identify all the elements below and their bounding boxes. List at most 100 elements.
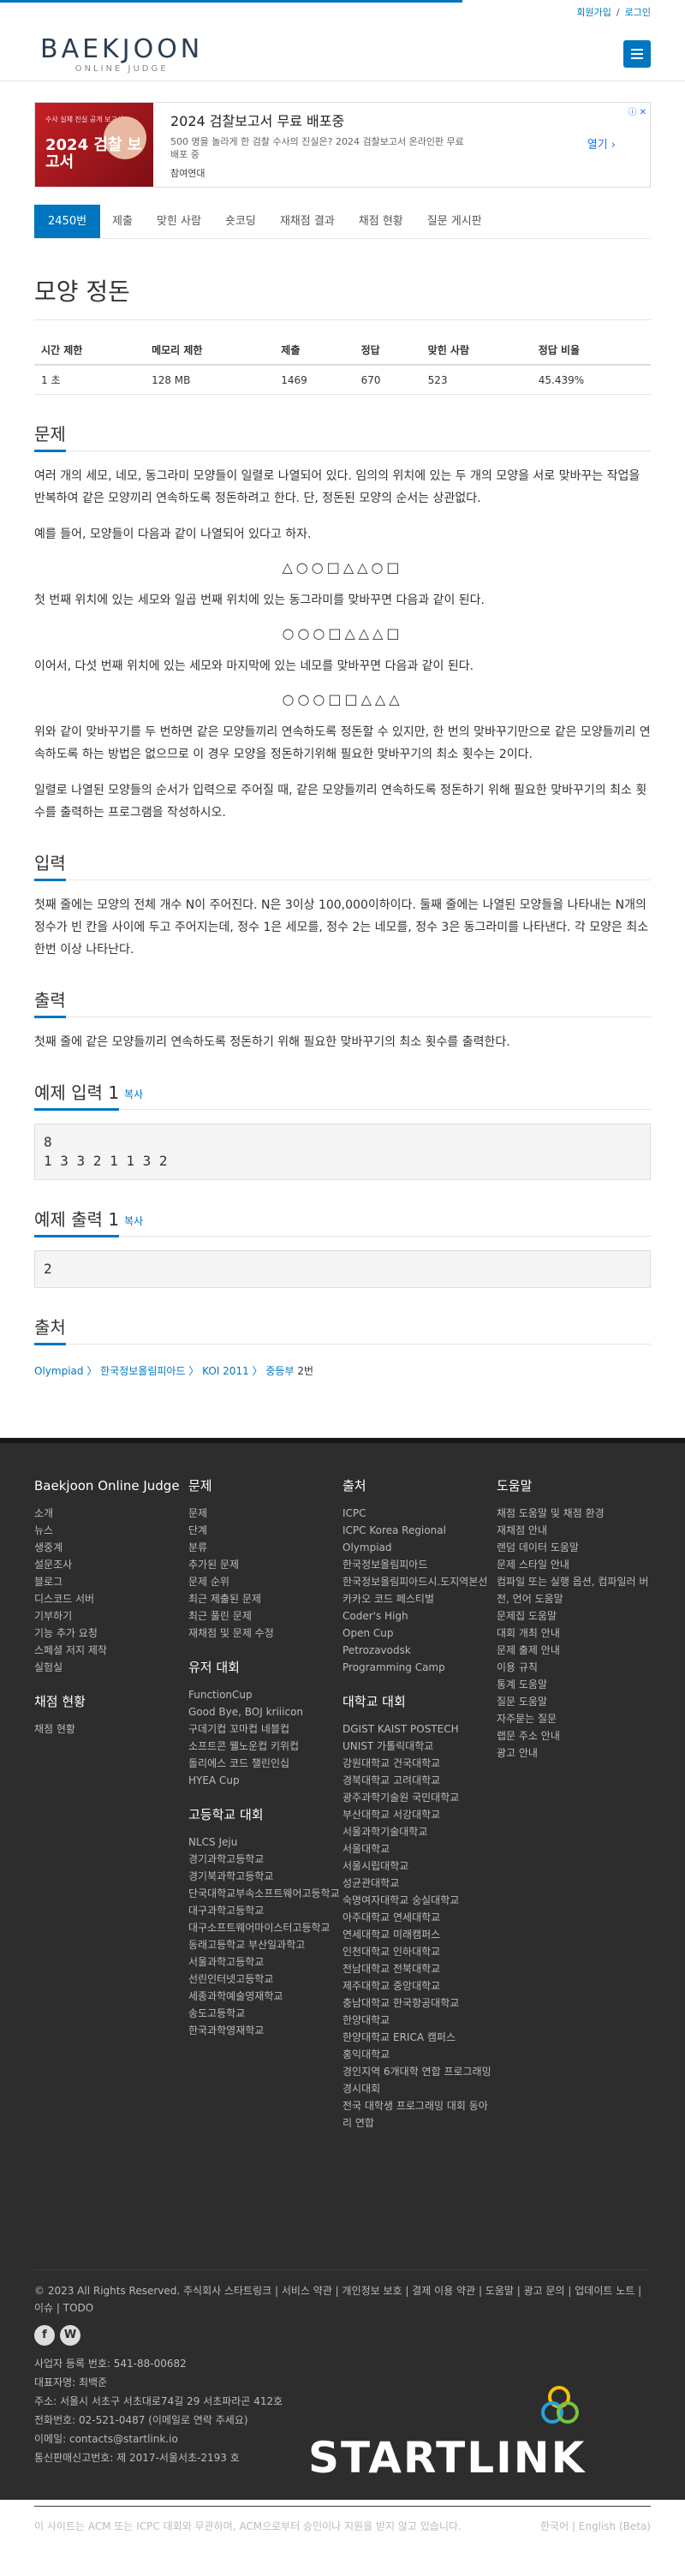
footer-link[interactable]: 설문조사 bbox=[34, 1556, 188, 1573]
footer-link[interactable]: 자주묻는 질문 bbox=[497, 1710, 651, 1727]
footer-link[interactable]: 문제 순위 bbox=[188, 1573, 342, 1590]
footer-link[interactable]: 대구과학고등학교 bbox=[188, 1902, 342, 1919]
footer-link[interactable]: 생중계 bbox=[34, 1539, 188, 1556]
breadcrumb-link[interactable]: KOI 2011 bbox=[202, 1365, 249, 1377]
footer-link[interactable]: 한국과학영재학교 bbox=[188, 2022, 342, 2039]
footer-link[interactable]: 블로그 bbox=[34, 1573, 188, 1590]
footer-link[interactable]: 돌리에스 코드 챌린인십 bbox=[188, 1755, 342, 1772]
footer-link[interactable]: UNIST 가톨릭대학교 bbox=[342, 1738, 497, 1755]
footer-link[interactable]: 채점 도움말 및 채점 환경 bbox=[497, 1505, 651, 1522]
footer-link[interactable]: 문제 스타일 안내 bbox=[497, 1556, 651, 1573]
footer-link[interactable]: 통계 도움말 bbox=[497, 1676, 651, 1693]
footer-link[interactable]: 서울시립대학교 bbox=[342, 1857, 497, 1875]
breadcrumb-link[interactable]: 중등부 bbox=[265, 1365, 294, 1377]
footer-link[interactable]: Petrozavodsk bbox=[342, 1642, 497, 1659]
footer-link[interactable]: DGIST KAIST POSTECH bbox=[342, 1720, 497, 1738]
footer-link[interactable]: 소개 bbox=[34, 1505, 188, 1522]
footer-links[interactable]: © 2023 All Rights Reserved. 주식회사 스타트링크 |… bbox=[34, 2282, 651, 2317]
footer-link[interactable]: 경기북과학고등학교 bbox=[188, 1868, 342, 1885]
tab-problem[interactable]: 2450번 bbox=[34, 205, 101, 238]
footer-link[interactable]: 재채점 안내 bbox=[497, 1522, 651, 1539]
footer-link[interactable]: 한국정보올림피아드시.도지역본선 bbox=[342, 1573, 497, 1590]
footer-link[interactable]: 제주대학교 중앙대학교 bbox=[342, 1977, 497, 1995]
footer-link[interactable]: 재채점 및 문제 수정 bbox=[188, 1625, 342, 1642]
footer-link[interactable]: ICPC Korea Regional bbox=[342, 1522, 497, 1539]
footer-link[interactable]: 추가된 문제 bbox=[188, 1556, 342, 1573]
footer-link[interactable]: 랜덤 데이터 도움말 bbox=[497, 1539, 651, 1556]
footer-link[interactable]: 홍익대학교 bbox=[342, 2046, 497, 2063]
tab-board[interactable]: 질문 게시판 bbox=[415, 205, 494, 238]
footer-link[interactable]: 최근 풀린 문제 bbox=[188, 1607, 342, 1625]
footer-link[interactable]: FunctionCup bbox=[188, 1686, 342, 1703]
signup-link[interactable]: 회원가입 bbox=[576, 5, 611, 19]
footer-link[interactable]: Olympiad bbox=[342, 1539, 497, 1556]
tab-short-coding[interactable]: 숏코딩 bbox=[213, 205, 268, 238]
footer-link[interactable]: 문제 bbox=[188, 1505, 342, 1522]
menu-toggle-button[interactable] bbox=[623, 40, 651, 68]
footer-link[interactable]: ICPC bbox=[342, 1505, 497, 1522]
sample-input-box[interactable]: 8 1 3 3 2 1 1 3 2 bbox=[34, 1124, 651, 1180]
footer-link[interactable]: 서울과학고등학교 bbox=[188, 1953, 342, 1971]
footer-link[interactable]: 충남대학교 한국항공대학교 bbox=[342, 1995, 497, 2012]
language-switcher[interactable]: 한국어 | English (Beta) bbox=[540, 2519, 651, 2533]
tab-submit[interactable]: 제출 bbox=[100, 205, 145, 238]
footer-link[interactable]: 컴파일 또는 실행 옵션, 컴파일러 버전, 언어 도움말 bbox=[497, 1573, 651, 1607]
footer-link[interactable]: 성균관대학교 bbox=[342, 1875, 497, 1892]
footer-link[interactable]: 문제집 도움말 bbox=[497, 1607, 651, 1625]
footer-link[interactable]: 경북대학교 고려대학교 bbox=[342, 1772, 497, 1789]
copy-sample-input-button[interactable]: 복사 bbox=[124, 1088, 143, 1100]
footer-link[interactable]: NLCS Jeju bbox=[188, 1834, 342, 1851]
footer-link[interactable]: 인천대학교 인하대학교 bbox=[342, 1943, 497, 1960]
sample-output-box[interactable]: 2 bbox=[34, 1250, 651, 1288]
footer-link[interactable]: 세종과학예술영재학교 bbox=[188, 1988, 342, 2005]
footer-link[interactable]: 소프트콘 웰노운컵 키위컵 bbox=[188, 1738, 342, 1755]
footer-link[interactable]: 랩문 주소 안내 bbox=[497, 1727, 651, 1744]
footer-link[interactable]: 강원대학교 건국대학교 bbox=[342, 1755, 497, 1772]
footer-link[interactable]: 숙명여자대학교 숭실대학교 bbox=[342, 1892, 497, 1909]
footer-link[interactable]: 한양대학교 ERICA 캠퍼스 bbox=[342, 2029, 497, 2046]
footer-link[interactable]: 경인지역 6개대학 연합 프로그래밍 경시대회 bbox=[342, 2063, 497, 2097]
footer-link[interactable]: 질문 도움말 bbox=[497, 1693, 651, 1710]
footer-link[interactable]: 최근 제출된 문제 bbox=[188, 1590, 342, 1607]
footer-link[interactable]: 단계 bbox=[188, 1522, 342, 1539]
footer-link[interactable]: 구데기컵 꼬마컵 네블컵 bbox=[188, 1720, 342, 1738]
site-logo[interactable]: BAEKJOON ONLINE JUDGE bbox=[40, 37, 203, 75]
tab-rejudge[interactable]: 재채점 결과 bbox=[268, 205, 347, 238]
tab-status[interactable]: 채점 현황 bbox=[347, 205, 415, 238]
footer-link[interactable]: HYEA Cup bbox=[188, 1772, 342, 1789]
footer-link[interactable]: Open Cup bbox=[342, 1625, 497, 1642]
ad-title[interactable]: 2024 검찰보고서 무료 배포중 bbox=[170, 110, 650, 130]
footer-link[interactable]: 송도고등학교 bbox=[188, 2005, 342, 2022]
footer-link[interactable]: 한양대학교 bbox=[342, 2012, 497, 2029]
breadcrumb-link[interactable]: Olympiad bbox=[34, 1365, 84, 1377]
footer-link[interactable]: 서울과학기술대학교 bbox=[342, 1823, 497, 1840]
footer-link[interactable]: 선린인터넷고등학교 bbox=[188, 1971, 342, 1988]
footer-link[interactable]: 한국정보올림피아드 bbox=[342, 1556, 497, 1573]
footer-link[interactable]: 전국 대학생 프로그래밍 대회 동아리 연합 bbox=[342, 2097, 497, 2132]
ad-banner[interactable]: 수사 실체 진실 공개 보고서 2024 검찰 보고서 2024 검찰보고서 무… bbox=[34, 102, 651, 188]
footer-link[interactable]: 실험실 bbox=[34, 1659, 188, 1676]
footer-link[interactable]: 광고 안내 bbox=[497, 1744, 651, 1762]
wordpress-icon[interactable]: W bbox=[60, 2325, 80, 2346]
ad-open-button[interactable]: 열기 › bbox=[587, 135, 616, 152]
footer-link[interactable]: 이용 규칙 bbox=[497, 1659, 651, 1676]
footer-link[interactable]: 스페셜 저지 제작 bbox=[34, 1642, 188, 1659]
footer-link[interactable]: 카카오 코드 페스티벌 bbox=[342, 1590, 497, 1607]
footer-link[interactable]: 경기과학고등학교 bbox=[188, 1851, 342, 1868]
ad-close-icon[interactable]: ⓘ ✕ bbox=[628, 104, 646, 117]
footer-link[interactable]: 전남대학교 전북대학교 bbox=[342, 1960, 497, 1977]
footer-link[interactable]: 대구소프트웨어마이스터고등학교 bbox=[188, 1919, 342, 1936]
tab-solved[interactable]: 맞힌 사람 bbox=[145, 205, 213, 238]
footer-link[interactable]: Coder's High bbox=[342, 1607, 497, 1625]
footer-link[interactable]: 기능 추가 요청 bbox=[34, 1625, 188, 1642]
footer-link[interactable]: Programming Camp bbox=[342, 1659, 497, 1676]
footer-link[interactable]: 단국대학교부속소프트웨어고등학교 bbox=[188, 1885, 342, 1902]
footer-link[interactable]: 동래고등학교 부산일과학고 bbox=[188, 1936, 342, 1953]
breadcrumb-link[interactable]: 한국정보올림피아드 bbox=[100, 1365, 185, 1377]
facebook-icon[interactable]: f bbox=[34, 2325, 55, 2346]
footer-link[interactable]: 분류 bbox=[188, 1539, 342, 1556]
footer-link[interactable]: 서울대학교 bbox=[342, 1840, 497, 1857]
footer-link[interactable]: 대회 개최 안내 bbox=[497, 1625, 651, 1642]
copy-sample-output-button[interactable]: 복사 bbox=[124, 1215, 143, 1227]
footer-link[interactable]: 부산대학교 서강대학교 bbox=[342, 1806, 497, 1823]
